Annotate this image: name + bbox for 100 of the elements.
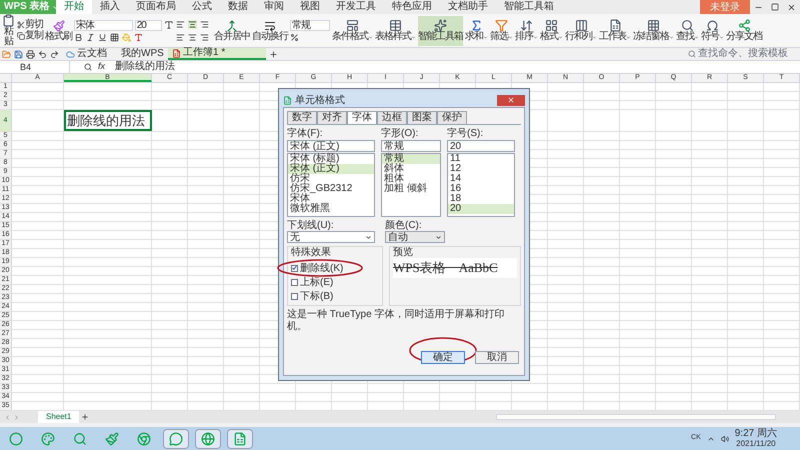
menu-tab[interactable]: 特色应用 [384,0,440,14]
document-tab[interactable]: 云文档 [62,48,112,60]
function-button[interactable]: fx [98,60,106,74]
menu-tab[interactable]: 开始 [56,0,92,14]
menu-tab[interactable]: 页面布局 [128,0,184,14]
dialog-tab[interactable]: 对齐 [317,111,347,124]
toolbar-button[interactable]: 条件格式 [332,16,373,46]
toolbar-button[interactable]: 符号 [701,16,724,46]
list-option[interactable]: 20 [448,204,514,214]
list-option[interactable]: 宋体 (正文) [288,164,374,174]
copy-button[interactable]: 复制 [17,31,43,41]
sheet-tab[interactable]: Sheet1 [38,411,80,423]
taskbar-app-button[interactable] [227,428,253,448]
merge-button[interactable]: 合并居中 [214,20,250,42]
list-option[interactable]: 18 [448,194,514,204]
list-option[interactable]: 常规 [382,154,440,164]
underline-icon[interactable] [98,32,107,42]
toolbar-button[interactable]: 排序 [515,16,538,46]
font-color-icon[interactable] [134,32,143,42]
italic-icon[interactable] [86,32,95,42]
value-field[interactable]: 宋体 (正文) [287,140,375,152]
menu-tab[interactable]: 开发工具 [328,0,384,14]
undo-icon[interactable] [38,50,47,58]
list-option[interactable]: 斜体 [382,164,440,174]
checkbox[interactable] [291,278,298,286]
font-name-field[interactable]: 宋体 [74,20,133,30]
folder-icon[interactable] [2,50,11,58]
underline-dropdown[interactable]: 无 [287,231,375,243]
format-painter-button[interactable]: 格式刷 [45,20,72,42]
list-option[interactable]: 仿宋_GB2312 [288,184,374,194]
menu-tab[interactable]: 审阅 [256,0,292,14]
document-tab[interactable]: 工作簿1 * [168,48,266,60]
list-option[interactable]: 粗体 [382,174,440,184]
wrap-button[interactable]: 自动换行 [252,20,288,42]
toolbar-button[interactable]: 筛选 [490,16,513,46]
fill-color-icon[interactable] [122,32,131,42]
list-option[interactable]: 16 [448,184,514,194]
list-option[interactable]: 11 [448,154,514,164]
new-tab-icon[interactable] [269,50,278,58]
menu-tab[interactable]: 插入 [92,0,128,14]
bold-icon[interactable] [74,32,83,42]
menu-tab[interactable]: 文档助手 [440,0,496,14]
align-right-icon[interactable] [200,32,209,42]
dialog-tab[interactable]: 数字 [287,111,317,124]
list-option[interactable]: 12 [448,164,514,174]
checkbox-option[interactable]: 上标(E) [291,276,334,288]
dialog-button[interactable]: 取消 [475,351,519,364]
dialog-button[interactable]: 确定 [421,351,465,364]
toolbar-button[interactable]: 智能工具箱 [418,16,463,46]
search-field[interactable]: 查找命令、搜索模板 [688,49,798,59]
volume-icon[interactable] [720,434,729,442]
save-icon[interactable] [14,50,23,58]
toolbar-button[interactable]: 求和 [465,16,488,46]
taskbar-app-button[interactable] [195,428,221,448]
list-option[interactable]: 仿宋 [288,174,374,184]
add-sheet-icon[interactable] [81,413,90,421]
formula-field[interactable]: 删除线的用法 [115,61,800,73]
font-size-field[interactable]: 20 [134,20,162,30]
redo-icon[interactable] [50,50,59,58]
value-field[interactable]: 20 [447,140,515,152]
zoom-icon[interactable] [84,63,92,71]
list-option[interactable]: 宋体 [288,194,374,204]
toolbar-button[interactable]: 分享文档 [726,16,762,46]
dialog-tab[interactable]: 图案 [407,111,437,124]
list-option[interactable]: 14 [448,174,514,184]
list-option[interactable]: 微软雅黑 [288,204,374,214]
menu-tab[interactable]: 数据 [220,0,256,14]
toolbar-button[interactable]: 格式 [540,16,563,46]
menu-tab[interactable]: 智能工具箱 [496,0,562,14]
checkbox[interactable] [291,264,298,272]
toolbar-button[interactable]: 工作表 [599,16,631,46]
value-field[interactable]: 常规 [381,140,441,152]
toolbar-button[interactable]: 行和列 [565,16,597,46]
toolbar-button[interactable]: 表格样式 [375,16,416,46]
border-icon[interactable] [110,32,119,42]
align-center-icon[interactable] [188,32,197,42]
percent-icon[interactable] [290,32,299,42]
cell-reference-field[interactable]: B4 [0,61,70,73]
paste-button[interactable]: 粘贴 [2,14,15,47]
taskbar-app-button[interactable] [163,428,189,448]
toolbar-button[interactable]: 冻结窗格 [633,16,674,46]
number-format-field[interactable]: 常规 [290,20,330,30]
color-dropdown[interactable]: 自动 [385,231,445,243]
close-button[interactable] [497,94,525,106]
table-cell[interactable]: 删除线的用法 [64,110,152,131]
dialog-tab[interactable]: 保护 [437,111,467,124]
checkbox[interactable] [291,292,298,300]
toolbar-button[interactable]: 查找 [676,16,699,46]
horizontal-scrollbar[interactable] [496,414,776,420]
cut-button[interactable]: 剪切 [17,20,43,30]
printer-icon[interactable] [26,50,35,58]
document-tab[interactable]: 我的WPS [115,48,165,60]
restore-icon[interactable] [771,3,779,11]
checkbox-option[interactable]: 下标(B) [291,290,334,302]
dialog-tab[interactable]: 字体 [347,111,377,124]
list-option[interactable]: 宋体 (标题) [288,154,374,164]
close-icon[interactable] [787,2,796,12]
menu-tab[interactable]: 公式 [184,0,220,14]
align-left-icon[interactable] [176,32,185,42]
dialog-tab[interactable]: 边框 [377,111,407,124]
